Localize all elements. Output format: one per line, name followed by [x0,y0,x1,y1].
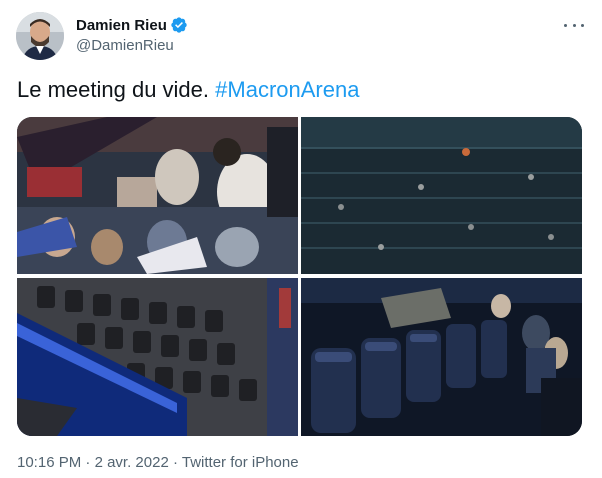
author-handle[interactable]: @DamienRieu [76,37,188,54]
more-options-button[interactable] [564,18,584,32]
tweet-source[interactable]: Twitter for iPhone [182,454,299,471]
media-photo-3[interactable] [17,278,298,436]
crowd-photo [17,117,298,274]
meta-separator: · [168,454,182,471]
tweet-metadata: 10:16 PM · 2 avr. 2022 · Twitter for iPh… [17,454,299,471]
media-photo-4[interactable] [301,278,582,436]
dot-icon [572,23,576,27]
dark-seats-photo [301,278,582,436]
avatar-photo [16,12,64,60]
media-grid [17,117,582,436]
tweet-text: Le meeting du vide. #MacronArena [17,76,359,104]
meta-separator: · [81,454,95,471]
tweet-time[interactable]: 10:16 PM [17,454,81,471]
avatar[interactable] [16,12,64,60]
tweet-date[interactable]: 2 avr. 2022 [95,454,169,471]
tweet-card: Damien Rieu @DamienRieu Le meeting du vi… [0,0,602,478]
dot-icon [564,23,567,27]
media-photo-1[interactable] [17,117,298,274]
tweet-body-text: Le meeting du vide. [17,77,216,102]
author-display-name[interactable]: Damien Rieu [76,17,167,34]
tweet-header: Damien Rieu @DamienRieu [16,12,586,64]
hashtag-link[interactable]: #MacronArena [215,77,359,102]
media-photo-2[interactable] [301,117,582,274]
empty-seats-photo [17,278,298,436]
author-names: Damien Rieu @DamienRieu [76,15,188,54]
verified-badge-icon [171,17,187,33]
dot-icon [581,23,584,27]
arena-seats-photo [301,117,582,274]
